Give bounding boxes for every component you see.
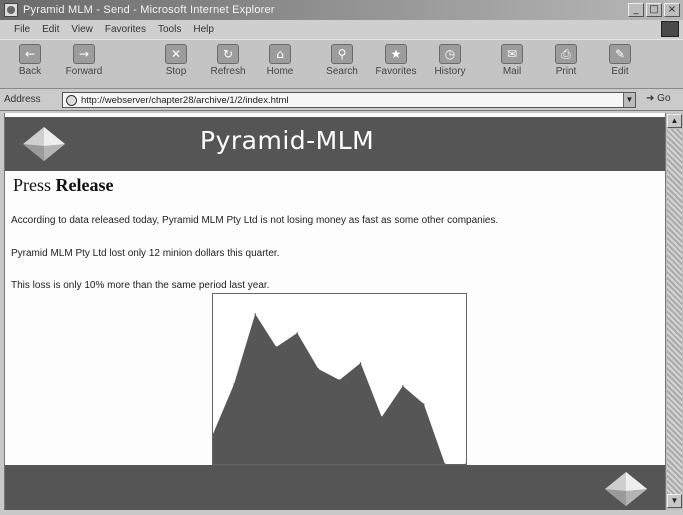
page-icon: [66, 94, 77, 106]
site-title: Pyramid-MLM: [200, 126, 375, 155]
address-dropdown-icon[interactable]: ▼: [623, 93, 635, 107]
heading-release: Release: [55, 175, 114, 195]
chart-point: [402, 385, 404, 387]
ie-app-icon: [4, 3, 18, 17]
title-bar: Pyramid MLM - Send - Microsoft Internet …: [0, 0, 683, 20]
toolbar: ← Back → Forward ✕ Stop ↻ Refresh ⌂ Home…: [0, 39, 683, 89]
menu-bar: File Edit View Favorites Tools Help: [0, 20, 683, 39]
refresh-button[interactable]: ↻ Refresh: [204, 44, 252, 86]
menu-favorites[interactable]: Favorites: [105, 24, 146, 35]
chart-area: [213, 314, 466, 464]
close-button[interactable]: ×: [664, 3, 680, 17]
scroll-up-arrow-icon[interactable]: ▲: [667, 114, 682, 128]
print-label: Print: [555, 66, 577, 77]
chart-point: [423, 403, 425, 405]
ie-throbber-icon: [661, 21, 679, 37]
search-label: Search: [326, 66, 358, 77]
address-label: Address: [4, 94, 41, 105]
stop-label: Stop: [165, 66, 187, 77]
home-icon: ⌂: [269, 44, 291, 64]
pyramid-logo-icon: [23, 127, 65, 161]
address-input[interactable]: http://webserver/chapter28/archive/1/2/i…: [62, 92, 636, 108]
home-button[interactable]: ⌂ Home: [256, 44, 304, 86]
back-button[interactable]: ← Back: [6, 44, 54, 86]
mail-label: Mail: [502, 66, 522, 77]
pyramid-logo-footer-icon: [605, 472, 647, 506]
vertical-scrollbar[interactable]: ▲ ▼: [665, 113, 683, 510]
loss-chart: [212, 293, 467, 465]
history-button[interactable]: ◷ History: [426, 44, 474, 86]
go-button[interactable]: ➜ Go: [646, 93, 671, 104]
home-label: Home: [266, 66, 294, 77]
scroll-down-arrow-icon[interactable]: ▼: [667, 494, 682, 508]
print-button[interactable]: ⎙ Print: [542, 44, 590, 86]
refresh-label: Refresh: [210, 66, 246, 77]
forward-button[interactable]: → Forward: [60, 44, 108, 86]
maximize-button[interactable]: □: [646, 3, 662, 17]
favorites-icon: ★: [385, 44, 407, 64]
forward-label: Forward: [65, 66, 103, 77]
refresh-icon: ↻: [217, 44, 239, 64]
chart-point: [359, 362, 362, 364]
forward-arrow-icon: →: [73, 44, 95, 64]
print-icon: ⎙: [555, 44, 577, 64]
heading-press: Press: [13, 175, 52, 195]
chart-point: [233, 383, 235, 385]
minimize-button[interactable]: _: [628, 3, 644, 17]
press-release-heading: Press Release: [13, 175, 114, 196]
menu-file[interactable]: File: [14, 24, 30, 35]
chart-point: [317, 368, 320, 370]
search-button[interactable]: ⚲ Search: [318, 44, 366, 86]
chart-point: [296, 332, 299, 334]
history-icon: ◷: [439, 44, 461, 64]
search-icon: ⚲: [331, 44, 353, 64]
chart-point: [338, 379, 341, 381]
chart-point: [275, 346, 278, 348]
menu-view[interactable]: View: [71, 24, 93, 35]
go-label: Go: [657, 93, 671, 104]
back-arrow-icon: ←: [19, 44, 41, 64]
edit-button[interactable]: ✎ Edit: [596, 44, 644, 86]
paragraph-2: Pyramid MLM Pty Ltd lost only 12 minion …: [11, 248, 280, 259]
menu-help[interactable]: Help: [193, 24, 214, 35]
paragraph-1: According to data released today, Pyrami…: [11, 215, 499, 226]
address-url: http://webserver/chapter28/archive/1/2/i…: [81, 94, 289, 106]
favorites-button[interactable]: ★ Favorites: [372, 44, 420, 86]
paragraph-3: This loss is only 10% more than the same…: [11, 280, 270, 291]
stop-button[interactable]: ✕ Stop: [152, 44, 200, 86]
chart-point: [465, 463, 466, 464]
favorites-label: Favorites: [375, 66, 417, 77]
history-label: History: [434, 66, 466, 77]
window-title: Pyramid MLM - Send - Microsoft Internet …: [23, 4, 275, 16]
mail-button[interactable]: ✉ Mail: [488, 44, 536, 86]
menu-edit[interactable]: Edit: [42, 24, 59, 35]
site-header: Pyramid-MLM: [5, 117, 665, 171]
address-bar: Address http://webserver/chapter28/archi…: [0, 89, 683, 111]
scroll-track[interactable]: [667, 129, 682, 494]
window-controls: _ □ ×: [628, 3, 680, 17]
back-label: Back: [18, 66, 42, 77]
site-footer: [5, 465, 665, 510]
page-viewport: Pyramid-MLM Press Release According to d…: [4, 113, 665, 510]
edit-label: Edit: [611, 66, 629, 77]
stop-icon: ✕: [165, 44, 187, 64]
menu-tools[interactable]: Tools: [158, 24, 181, 35]
edit-icon: ✎: [609, 44, 631, 64]
chart-point: [254, 313, 256, 315]
loss-chart-svg: [213, 313, 466, 464]
mail-icon: ✉: [501, 44, 523, 64]
chart-point: [380, 416, 383, 418]
